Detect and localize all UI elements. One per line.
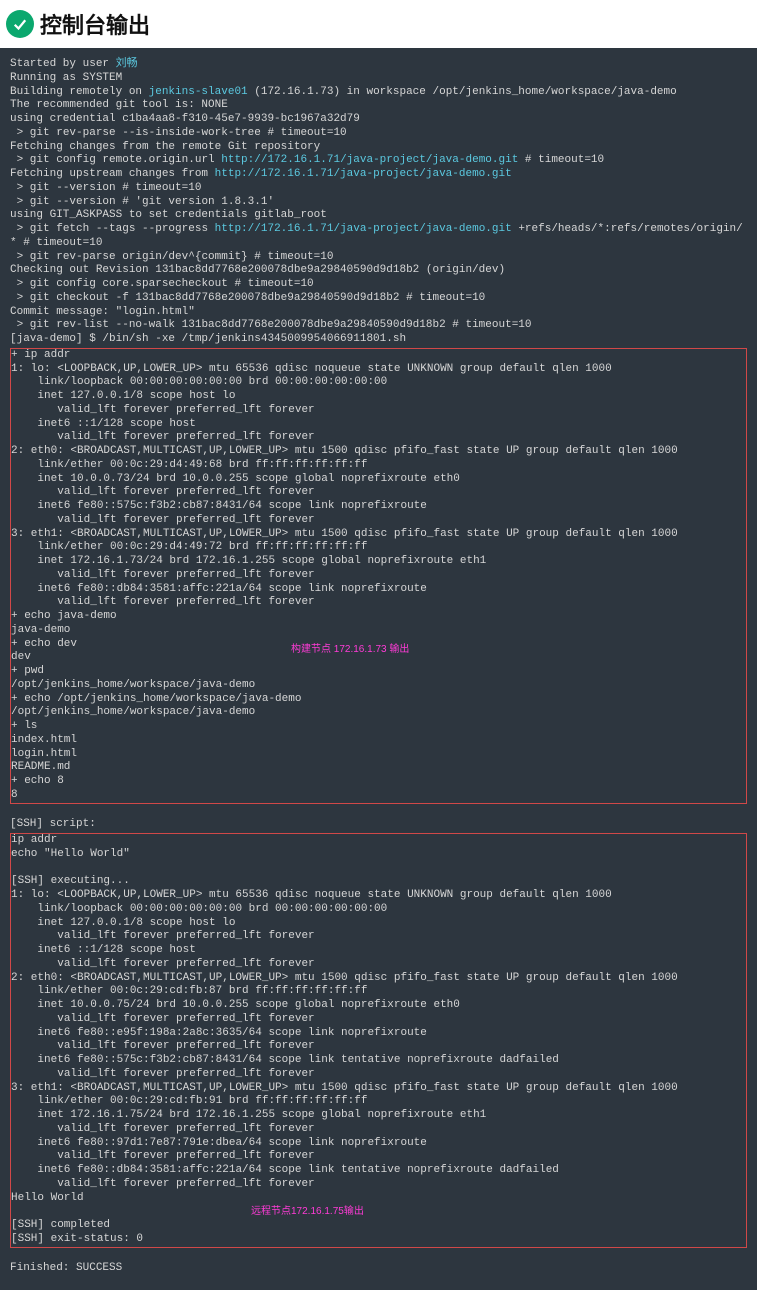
slave-node-link[interactable]: jenkins-slave01	[149, 86, 248, 98]
console-finished: Finished: SUCCESS	[10, 1262, 122, 1274]
build-node-output-box: + ip addr 1: lo: <LOOPBACK,UP,LOWER_UP> …	[10, 348, 747, 804]
page-title: 控制台输出	[40, 8, 150, 40]
annotation-remote-node: 远程节点172.16.1.75输出	[251, 1206, 364, 1219]
user-link[interactable]: 刘畅	[116, 58, 138, 70]
remote-node-output: ip addr echo "Hello World" [SSH] executi…	[11, 834, 678, 1245]
git-repo-link-1[interactable]: http://172.16.1.71/java-project/java-dem…	[221, 154, 518, 166]
console-output: Started by user 刘畅 Running as SYSTEM Bui…	[0, 48, 757, 1290]
console-text-1: Started by user	[10, 58, 116, 70]
git-repo-link-3[interactable]: http://172.16.1.71/java-project/java-dem…	[215, 223, 512, 235]
remote-node-output-box: ip addr echo "Hello World" [SSH] executi…	[10, 833, 747, 1248]
build-node-output: + ip addr 1: lo: <LOOPBACK,UP,LOWER_UP> …	[11, 349, 678, 801]
success-check-icon	[6, 10, 34, 38]
annotation-build-node: 构建节点 172.16.1.73 输出	[291, 644, 409, 657]
ssh-script-label: [SSH] script:	[10, 818, 96, 830]
page-header: 控制台输出	[0, 0, 757, 48]
git-repo-link-2[interactable]: http://172.16.1.71/java-project/java-dem…	[215, 168, 512, 180]
console-text-2: Running as SYSTEM Building remotely on	[10, 72, 149, 98]
console-text-6: +refs/heads/*:refs/remotes/origin/* # ti…	[10, 223, 743, 345]
